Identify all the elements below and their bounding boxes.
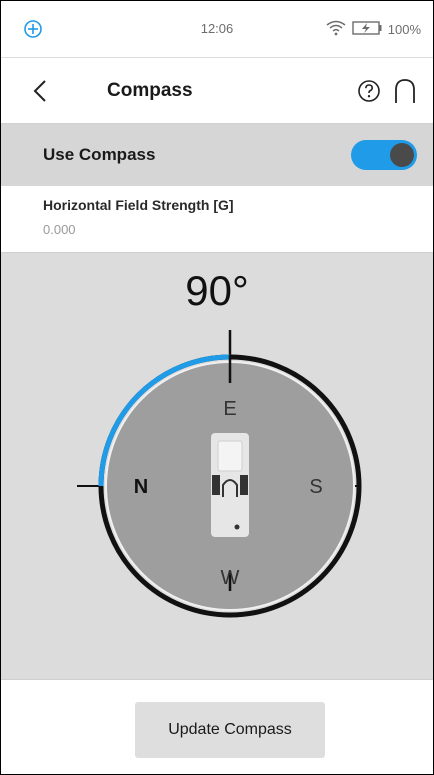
header-bar: Compass	[1, 58, 433, 124]
field-strength-block: Horizontal Field Strength [G] 0.000	[1, 186, 433, 253]
cardinal-west: W	[221, 567, 240, 589]
cardinal-east: E	[223, 398, 236, 420]
back-chevron-icon[interactable]	[33, 76, 59, 106]
update-compass-button[interactable]: Update Compass	[135, 702, 325, 758]
device-screen	[217, 440, 243, 472]
app-window: 12:06 100% Compass Use Compass Horizonta…	[0, 0, 434, 775]
battery-percent: 100%	[387, 21, 421, 37]
status-time: 12:06	[200, 21, 234, 36]
use-compass-row: Use Compass	[1, 124, 433, 186]
page-title: Compass	[107, 79, 193, 101]
status-right: 100%	[326, 20, 421, 39]
header-actions	[357, 78, 417, 104]
compass-dial: E N S W	[77, 330, 362, 618]
field-strength-label: Horizontal Field Strength [G]	[43, 197, 234, 213]
wifi-icon	[326, 20, 346, 39]
cardinal-north: N	[134, 476, 148, 498]
cardinal-south: S	[309, 476, 322, 498]
gps-icon	[23, 19, 43, 39]
field-strength-value: 0.000	[43, 222, 76, 237]
device-handle	[222, 479, 238, 497]
toggle-knob	[390, 143, 414, 167]
battery-icon	[352, 20, 382, 38]
help-icon[interactable]	[357, 79, 381, 103]
status-bar: 12:06 100%	[1, 1, 433, 58]
compass-panel: 90° E N S W	[1, 253, 433, 680]
use-compass-label: Use Compass	[43, 145, 156, 164]
device-dot	[234, 524, 240, 530]
device-clip-left	[212, 475, 220, 495]
use-compass-toggle[interactable]	[351, 140, 417, 170]
bottom-action-area: Update Compass	[1, 680, 433, 774]
device-icon	[211, 433, 249, 537]
device-clip-right	[240, 475, 248, 495]
home-icon[interactable]	[393, 78, 417, 104]
